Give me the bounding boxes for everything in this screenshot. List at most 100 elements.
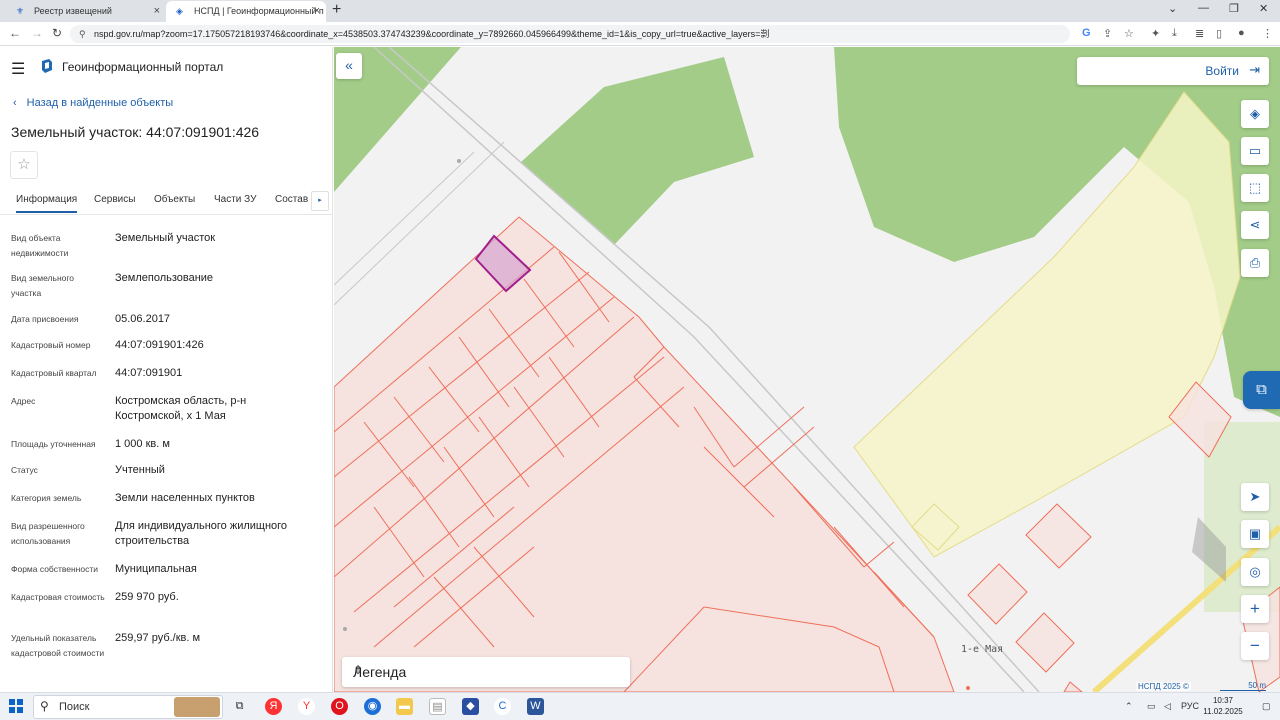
road-edge bbox=[334, 151, 475, 286]
yandex-icon[interactable]: Я bbox=[265, 698, 282, 715]
file-explorer-icon[interactable]: ▬ bbox=[396, 698, 413, 715]
word-icon[interactable]: W bbox=[527, 698, 544, 715]
tab-parts[interactable]: Части ЗУ bbox=[214, 194, 256, 205]
property-key: Форма собственности bbox=[11, 564, 98, 574]
parcel bbox=[1063, 681, 1083, 692]
tab-title: Реестр извещений bbox=[34, 6, 112, 16]
tab-objects[interactable]: Объекты bbox=[154, 194, 195, 205]
map-point bbox=[966, 686, 970, 690]
tab-close-icon[interactable]: × bbox=[154, 1, 160, 21]
yandex-browser-icon[interactable]: Y bbox=[298, 698, 315, 715]
minimap-icon[interactable]: ▣ bbox=[1241, 520, 1269, 548]
browser-tab-bar: ⚜ Реестр извещений × ◈ НСПД | Геоинформа… bbox=[0, 0, 1280, 22]
side-panel-icon[interactable]: ▯ bbox=[1216, 27, 1222, 40]
clock-date: 11.02.2025 bbox=[1203, 707, 1243, 716]
tab-close-icon[interactable]: × bbox=[314, 1, 320, 21]
layers-icon[interactable]: ◈ bbox=[1241, 100, 1269, 128]
ruler-icon[interactable]: ▭ bbox=[1241, 137, 1269, 165]
browser-tab-registry[interactable]: ⚜ Реестр извещений × bbox=[6, 1, 166, 22]
chevron-left-icon: ‹ bbox=[13, 97, 17, 109]
keyboard-lang[interactable]: РУС bbox=[1181, 701, 1199, 711]
forward-arrow-icon[interactable]: → bbox=[31, 26, 43, 40]
reload-icon[interactable]: ↻ bbox=[52, 26, 62, 40]
clock-time: 10:37 bbox=[1212, 696, 1234, 705]
assistant-icon[interactable]: ⧉ bbox=[1243, 371, 1280, 409]
browser-icon[interactable]: ◉ bbox=[364, 698, 381, 715]
green-zone-center bbox=[521, 57, 754, 245]
tab-services[interactable]: Сервисы bbox=[94, 194, 135, 205]
app-icon[interactable]: ◆ bbox=[462, 698, 479, 715]
zoom-out-icon[interactable]: − bbox=[1241, 632, 1269, 660]
map-point bbox=[343, 627, 347, 631]
volume-icon[interactable]: ◁ bbox=[1164, 701, 1171, 712]
login-button[interactable]: Войти ⇥ bbox=[1077, 57, 1269, 85]
url-text: nspd.gov.ru/map?zoom=17.175057218193746&… bbox=[94, 29, 770, 39]
back-arrow-icon[interactable]: ← bbox=[9, 26, 21, 40]
taskbar-clock[interactable]: 10:37 11.02.2025 bbox=[1200, 695, 1246, 717]
extensions-puzzle-icon[interactable]: ✦ bbox=[1151, 27, 1160, 40]
legend-dropdown[interactable]: Легенда ⇕ bbox=[342, 657, 630, 687]
registry-favicon-icon: ⚜ bbox=[16, 6, 25, 16]
copyright-label: НСПД 2025 © bbox=[1136, 682, 1191, 691]
notifications-icon[interactable]: ▢ bbox=[1262, 701, 1271, 712]
close-window-icon[interactable]: ✕ bbox=[1259, 2, 1268, 15]
print-icon[interactable]: ⎙ bbox=[1241, 249, 1269, 277]
google-translate-icon[interactable]: G bbox=[1082, 27, 1091, 39]
profile-avatar-icon[interactable]: ● bbox=[1238, 27, 1245, 39]
tab-information[interactable]: Информация bbox=[16, 194, 78, 213]
browser-tab-nspd[interactable]: ◈ НСПД | Геоинформационный п × bbox=[166, 1, 326, 22]
property-value: 259 970 руб. bbox=[115, 591, 179, 603]
tray-chevron-icon[interactable]: ⌃ bbox=[1125, 701, 1133, 712]
property-key: Кадастровая стоимость bbox=[11, 592, 105, 602]
parcel bbox=[1025, 503, 1092, 569]
share-icon[interactable]: ⇪ bbox=[1103, 27, 1112, 40]
tab-composition[interactable]: Состав bbox=[275, 194, 308, 205]
network-icon[interactable]: ▭ bbox=[1147, 701, 1156, 712]
share-map-icon[interactable]: ⋖ bbox=[1241, 211, 1269, 239]
browser-menu-icon[interactable]: ⋮ bbox=[1262, 27, 1273, 40]
site-info-icon[interactable]: ⚲ bbox=[79, 25, 86, 43]
area-select-icon[interactable]: ⬚ bbox=[1241, 174, 1269, 202]
login-label: Войти bbox=[1205, 64, 1239, 78]
collapse-panel-icon[interactable]: « bbox=[336, 53, 362, 79]
hamburger-menu-icon[interactable]: ☰ bbox=[11, 59, 25, 79]
notepad-icon[interactable]: ▤ bbox=[429, 698, 446, 715]
panel-tabs: Информация Сервисы Объекты Части ЗУ Сост… bbox=[0, 187, 332, 215]
taskbar-search[interactable]: ⚲ Поиск bbox=[33, 695, 223, 719]
login-arrow-icon: ⇥ bbox=[1249, 62, 1260, 77]
tab-search-chevron-icon[interactable]: ⌄ bbox=[1168, 2, 1177, 15]
portal-title: Геоинформационный портал bbox=[62, 60, 224, 74]
windows-start-icon[interactable] bbox=[9, 699, 23, 713]
minimize-icon[interactable]: — bbox=[1198, 2, 1209, 14]
back-to-results-link[interactable]: ‹ Назад в найденные объекты bbox=[13, 97, 173, 109]
property-value: 05.06.2017 bbox=[115, 313, 171, 325]
new-tab-plus-icon[interactable]: + bbox=[332, 1, 341, 19]
download-icon[interactable]: ⤓ bbox=[1172, 27, 1177, 40]
object-info-panel: ☰ Геоинформационный портал ‹ Назад в найд… bbox=[0, 47, 333, 692]
property-value: Земельный участок bbox=[115, 232, 216, 244]
property-value: Костромская область, р-н Костромской, х … bbox=[115, 395, 247, 422]
reading-list-icon[interactable]: ≣ bbox=[1195, 27, 1204, 40]
geolocation-icon[interactable]: ➤ bbox=[1241, 483, 1269, 511]
object-title: Земельный участок: 44:07:091901:426 bbox=[11, 124, 260, 140]
address-bar: ← → ↻ ⚲ nspd.gov.ru/map?zoom=17.17505721… bbox=[0, 22, 1280, 46]
property-value: 1 000 кв. м bbox=[115, 438, 170, 450]
favorite-star-icon[interactable]: ☆ bbox=[10, 151, 38, 179]
opera-icon[interactable]: O bbox=[331, 698, 348, 715]
parcel bbox=[1015, 612, 1075, 673]
chrome-icon[interactable]: C bbox=[494, 698, 511, 715]
task-view-icon[interactable]: ⧉ bbox=[231, 698, 248, 715]
tabs-scroll-right-icon[interactable]: ▸ bbox=[311, 191, 329, 211]
property-key: Адрес bbox=[11, 396, 36, 406]
property-key: Категория земель bbox=[11, 493, 82, 503]
zoom-in-icon[interactable]: + bbox=[1241, 595, 1269, 623]
maximize-icon[interactable]: ❐ bbox=[1229, 2, 1239, 15]
search-location-icon[interactable]: ◎ bbox=[1241, 558, 1269, 586]
map-canvas[interactable]: « Войти ⇥ Легенда ⇕ 1-е Мая НСПД 2025 © … bbox=[334, 47, 1280, 692]
search-highlight-icon bbox=[174, 697, 220, 717]
url-field[interactable]: ⚲ nspd.gov.ru/map?zoom=17.17505721819374… bbox=[70, 25, 1070, 43]
property-key: Кадастровый номер bbox=[11, 340, 91, 350]
property-value: Муниципальная bbox=[115, 563, 197, 575]
bookmark-star-icon[interactable]: ☆ bbox=[1124, 27, 1134, 40]
tab-title: НСПД | Геоинформационный п bbox=[194, 6, 324, 16]
